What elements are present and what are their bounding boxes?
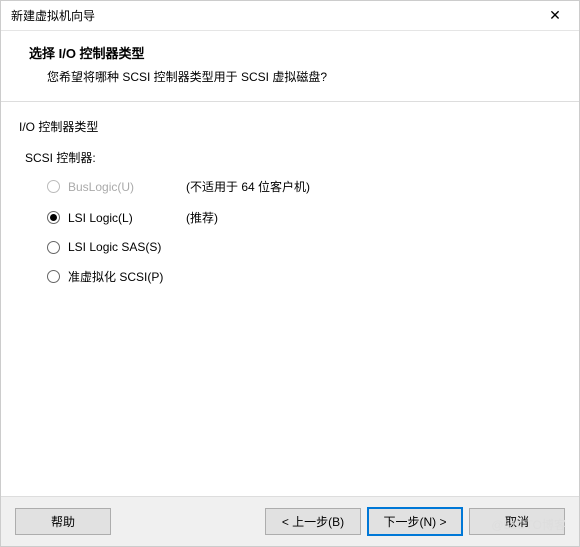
radio-option-lsi-logic[interactable]: LSI Logic(L) (推荐) — [47, 209, 561, 226]
radio-label: BusLogic(U) — [68, 180, 178, 194]
group-label: I/O 控制器类型 — [19, 118, 561, 135]
footer: 帮助 < 上一步(B) 下一步(N) > 取消 — [1, 496, 579, 546]
page-subtitle: 您希望将哪种 SCSI 控制器类型用于 SCSI 虚拟磁盘? — [29, 68, 551, 85]
radio-note: (推荐) — [186, 209, 218, 226]
close-icon[interactable]: ✕ — [541, 7, 569, 24]
radio-label: LSI Logic(L) — [68, 211, 178, 225]
radio-label: 准虚拟化 SCSI(P) — [68, 268, 178, 285]
radio-option-paravirtual[interactable]: 准虚拟化 SCSI(P) — [47, 268, 561, 285]
window-title: 新建虚拟机向导 — [11, 7, 95, 24]
radio-option-buslogic: BusLogic(U) (不适用于 64 位客户机) — [47, 178, 561, 195]
radio-icon[interactable] — [47, 241, 60, 254]
radio-icon — [47, 180, 60, 193]
help-button[interactable]: 帮助 — [15, 508, 111, 535]
content-area: I/O 控制器类型 SCSI 控制器: BusLogic(U) (不适用于 64… — [1, 102, 579, 496]
back-button[interactable]: < 上一步(B) — [265, 508, 361, 535]
radio-label: LSI Logic SAS(S) — [68, 240, 178, 254]
radio-icon[interactable] — [47, 270, 60, 283]
page-title: 选择 I/O 控制器类型 — [29, 43, 551, 62]
next-button[interactable]: 下一步(N) > — [367, 507, 463, 536]
radio-icon[interactable] — [47, 211, 60, 224]
cancel-button[interactable]: 取消 — [469, 508, 565, 535]
radio-option-lsi-logic-sas[interactable]: LSI Logic SAS(S) — [47, 240, 561, 254]
scsi-controller-label: SCSI 控制器: — [25, 149, 561, 166]
radio-note: (不适用于 64 位客户机) — [186, 178, 310, 195]
titlebar: 新建虚拟机向导 ✕ — [1, 1, 579, 31]
wizard-header: 选择 I/O 控制器类型 您希望将哪种 SCSI 控制器类型用于 SCSI 虚拟… — [1, 31, 579, 102]
